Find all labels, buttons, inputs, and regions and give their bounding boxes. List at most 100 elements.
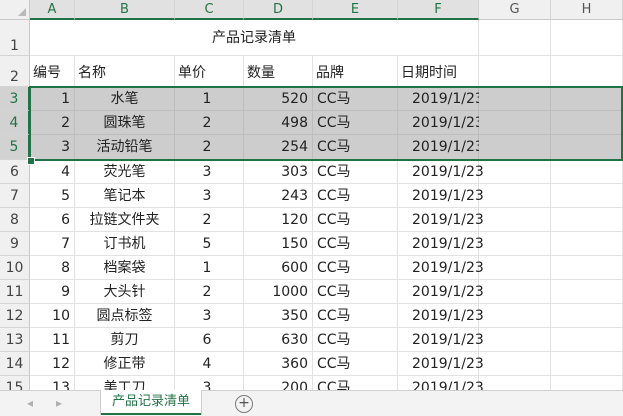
table-cell[interactable]: CC马 xyxy=(313,304,398,328)
table-cell[interactable]: 2019/1/23 xyxy=(398,280,484,304)
table-cell[interactable]: 2019/1/23 xyxy=(398,184,484,208)
add-sheet-icon[interactable]: + xyxy=(235,395,253,413)
table-cell[interactable]: 360 xyxy=(244,352,313,376)
table-cell[interactable]: 2019/1/23 xyxy=(398,135,484,160)
table-cell[interactable] xyxy=(551,376,623,390)
column-title[interactable]: 单价 xyxy=(175,56,244,87)
table-cell[interactable]: 2019/1/23 xyxy=(398,232,484,256)
column-title[interactable]: 数量 xyxy=(244,56,313,87)
table-cell[interactable]: 11 xyxy=(30,328,75,352)
table-cell[interactable] xyxy=(551,304,623,328)
table-cell[interactable]: 水笔 xyxy=(75,87,175,111)
table-cell[interactable]: CC马 xyxy=(313,352,398,376)
row-header[interactable]: 15 xyxy=(0,376,30,390)
table-cell[interactable]: 4 xyxy=(175,352,244,376)
table-cell[interactable] xyxy=(479,232,551,256)
column-header-a[interactable]: A xyxy=(30,0,75,20)
table-cell[interactable]: 120 xyxy=(244,208,313,232)
table-cell[interactable] xyxy=(551,208,623,232)
table-cell[interactable]: 修正带 xyxy=(75,352,175,376)
fill-handle[interactable] xyxy=(27,157,35,165)
table-cell[interactable]: 7 xyxy=(30,232,75,256)
table-cell[interactable]: 2019/1/23 xyxy=(398,328,484,352)
table-cell[interactable] xyxy=(551,87,623,111)
cell[interactable] xyxy=(551,56,623,87)
table-cell[interactable] xyxy=(551,352,623,376)
table-cell[interactable]: 5 xyxy=(30,184,75,208)
table-cell[interactable]: 订书机 xyxy=(75,232,175,256)
table-cell[interactable] xyxy=(479,111,551,135)
table-cell[interactable]: 拉链文件夹 xyxy=(75,208,175,232)
table-cell[interactable]: 1000 xyxy=(244,280,313,304)
row-header[interactable]: 12 xyxy=(0,304,30,328)
spreadsheet-grid[interactable]: A B C D E F G H 1 2 3 4 5 6 7 8 9 10 11 12 13 14 15 产品记录清单 编号 名称单… xyxy=(0,0,623,390)
row-header[interactable]: 5 xyxy=(0,135,30,160)
table-cell[interactable]: 303 xyxy=(244,160,313,184)
row-header[interactable]: 3 xyxy=(0,87,30,111)
table-cell[interactable]: 圆点标签 xyxy=(75,304,175,328)
table-cell[interactable] xyxy=(551,328,623,352)
table-cell[interactable]: CC马 xyxy=(313,135,398,160)
table-cell[interactable]: 3 xyxy=(175,304,244,328)
column-title[interactable]: 日期时间 xyxy=(398,56,479,87)
table-cell[interactable]: CC马 xyxy=(313,87,398,111)
table-cell[interactable] xyxy=(479,280,551,304)
table-cell[interactable]: 630 xyxy=(244,328,313,352)
table-cell[interactable]: CC马 xyxy=(313,376,398,390)
table-cell[interactable]: CC马 xyxy=(313,232,398,256)
table-cell[interactable]: 150 xyxy=(244,232,313,256)
table-cell[interactable]: 1 xyxy=(175,256,244,280)
table-cell[interactable]: 8 xyxy=(30,256,75,280)
table-cell[interactable] xyxy=(479,304,551,328)
table-cell[interactable]: CC马 xyxy=(313,280,398,304)
table-cell[interactable]: 200 xyxy=(244,376,313,390)
prev-sheet-icon[interactable]: ◂ xyxy=(27,396,33,410)
table-cell[interactable] xyxy=(479,184,551,208)
table-cell[interactable] xyxy=(479,352,551,376)
row-header[interactable]: 6 xyxy=(0,160,30,184)
table-cell[interactable]: 3 xyxy=(175,160,244,184)
column-header-f[interactable]: F xyxy=(398,0,479,20)
table-cell[interactable]: 13 xyxy=(30,376,75,390)
table-cell[interactable] xyxy=(551,184,623,208)
table-cell[interactable]: 2019/1/23 xyxy=(398,376,484,390)
table-cell[interactable] xyxy=(479,87,551,111)
table-cell[interactable]: 2019/1/23 xyxy=(398,256,484,280)
table-cell[interactable]: 9 xyxy=(30,280,75,304)
table-cell[interactable]: 5 xyxy=(175,232,244,256)
table-cell[interactable]: 520 xyxy=(244,87,313,111)
table-cell[interactable]: 3 xyxy=(175,376,244,390)
table-cell[interactable]: 6 xyxy=(30,208,75,232)
table-cell[interactable]: 4 xyxy=(30,160,75,184)
table-cell[interactable]: 2 xyxy=(175,208,244,232)
table-cell[interactable] xyxy=(479,160,551,184)
table-cell[interactable]: 2 xyxy=(30,111,75,135)
table-cell[interactable] xyxy=(551,160,623,184)
table-cell[interactable]: CC马 xyxy=(313,160,398,184)
row-header[interactable]: 7 xyxy=(0,184,30,208)
column-title[interactable]: 品牌 xyxy=(313,56,398,87)
column-title[interactable]: 名称 xyxy=(75,56,175,87)
table-cell[interactable]: 2019/1/23 xyxy=(398,111,484,135)
table-cell[interactable]: 剪刀 xyxy=(75,328,175,352)
table-cell[interactable]: 档案袋 xyxy=(75,256,175,280)
table-cell[interactable] xyxy=(551,111,623,135)
table-cell[interactable]: 1 xyxy=(175,87,244,111)
table-cell[interactable]: CC马 xyxy=(313,328,398,352)
table-cell[interactable]: 笔记本 xyxy=(75,184,175,208)
column-title[interactable]: 编号 xyxy=(30,56,75,87)
table-cell[interactable]: 活动铅笔 xyxy=(75,135,175,160)
table-cell[interactable]: 1 xyxy=(30,87,75,111)
next-sheet-icon[interactable]: ▸ xyxy=(56,396,62,410)
table-cell[interactable] xyxy=(479,208,551,232)
column-header-d[interactable]: D xyxy=(244,0,313,20)
table-cell[interactable] xyxy=(479,135,551,160)
table-cell[interactable]: 2 xyxy=(175,280,244,304)
table-cell[interactable]: 350 xyxy=(244,304,313,328)
cell[interactable] xyxy=(479,56,551,87)
table-cell[interactable]: 3 xyxy=(175,184,244,208)
table-cell[interactable] xyxy=(551,135,623,160)
table-cell[interactable]: CC马 xyxy=(313,184,398,208)
table-cell[interactable]: 6 xyxy=(175,328,244,352)
table-cell[interactable]: 2019/1/23 xyxy=(398,160,484,184)
